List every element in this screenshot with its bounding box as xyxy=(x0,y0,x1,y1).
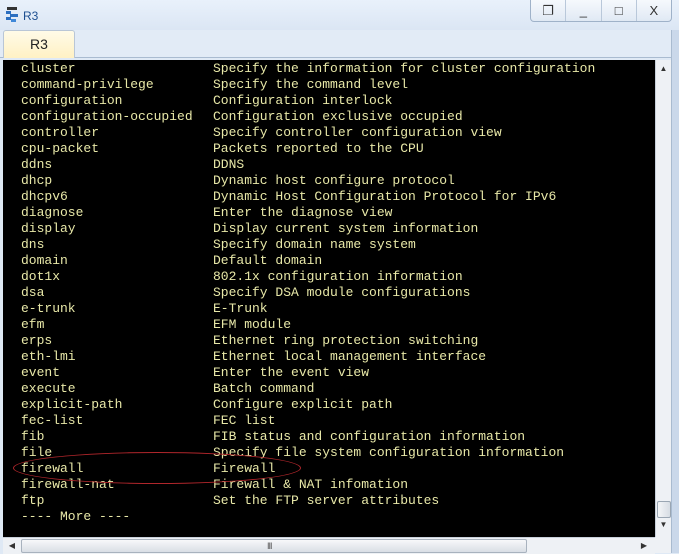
command-name: e-trunk xyxy=(21,301,76,316)
command-name: dhcpv6 xyxy=(21,189,68,204)
command-name: firewall-nat xyxy=(21,477,115,492)
command-description: Specify file system configuration inform… xyxy=(213,445,565,460)
command-description: Specify the information for cluster conf… xyxy=(213,61,596,76)
window-border xyxy=(671,30,679,553)
command-description: DDNS xyxy=(213,157,245,172)
resize-grip[interactable] xyxy=(655,537,671,553)
command-name: explicit-path xyxy=(21,397,123,412)
command-description: FEC list xyxy=(213,413,276,428)
command-name: cpu-packet xyxy=(21,141,100,156)
command-name: event xyxy=(21,365,61,380)
restore-button[interactable]: ❐ xyxy=(531,0,565,21)
command-description: Packets reported to the CPU xyxy=(213,141,424,156)
command-description: Enter the event view xyxy=(213,365,370,380)
window-title: R3 xyxy=(23,9,39,23)
command-name: firewall xyxy=(21,461,84,476)
command-description: FIB status and configuration information xyxy=(213,429,526,444)
maximize-button[interactable]: □ xyxy=(600,0,636,21)
command-description: Configuration exclusive occupied xyxy=(213,109,463,124)
command-name: display xyxy=(21,221,76,236)
command-description: Firewall & NAT infomation xyxy=(213,477,409,492)
command-description: Configure explicit path xyxy=(213,397,393,412)
command-name: configuration xyxy=(21,93,123,108)
command-description: Default domain xyxy=(213,253,323,268)
command-description: Ethernet ring protection switching xyxy=(213,333,479,348)
command-name: ftp xyxy=(21,493,45,508)
command-name: dhcp xyxy=(21,173,53,188)
command-description: Set the FTP server attributes xyxy=(213,493,440,508)
tab-bar: R3 xyxy=(0,30,671,58)
command-name: domain xyxy=(21,253,68,268)
title-bar: R3 ❐ _ □ X xyxy=(0,0,679,30)
command-name: eth-lmi xyxy=(21,349,76,364)
command-name: cluster xyxy=(21,61,76,76)
tab-r3[interactable]: R3 xyxy=(3,30,75,58)
command-name: ---- More ---- xyxy=(21,509,131,524)
command-name: dns xyxy=(21,237,45,252)
command-description: Specify controller configuration view xyxy=(213,125,502,140)
command-name: fec-list xyxy=(21,413,84,428)
command-name: dsa xyxy=(21,285,45,300)
scroll-down-arrow-icon[interactable]: ▼ xyxy=(656,518,671,532)
vertical-scroll-thumb[interactable] xyxy=(657,501,671,518)
horizontal-scroll-thumb[interactable]: III xyxy=(21,539,527,553)
command-description: E-Trunk xyxy=(213,301,268,316)
command-name: controller xyxy=(21,125,100,140)
router-app-icon xyxy=(6,7,18,22)
command-description: Specify domain name system xyxy=(213,237,416,252)
command-name: file xyxy=(21,445,53,460)
scroll-left-arrow-icon[interactable]: ◀ xyxy=(5,538,19,554)
command-name: diagnose xyxy=(21,205,84,220)
terminal-output[interactable]: cluster Specify the information for clust… xyxy=(3,60,655,537)
command-name: efm xyxy=(21,317,45,332)
command-name: configuration-occupied xyxy=(21,109,193,124)
minimize-button[interactable]: _ xyxy=(565,0,600,21)
command-description: EFM module xyxy=(213,317,292,332)
command-description: Dynamic host configure protocol xyxy=(213,173,455,188)
command-name: command-privilege xyxy=(21,77,154,92)
close-button[interactable]: X xyxy=(635,0,671,21)
command-name: erps xyxy=(21,333,53,348)
scroll-right-arrow-icon[interactable]: ▶ xyxy=(637,538,651,554)
command-description: Dynamic Host Configuration Protocol for … xyxy=(213,189,557,204)
command-description: Firewall xyxy=(213,461,276,476)
command-name: ddns xyxy=(21,157,53,172)
command-description: Display current system information xyxy=(213,221,479,236)
command-description: Enter the diagnose view xyxy=(213,205,393,220)
command-name: fib xyxy=(21,429,45,444)
scroll-up-arrow-icon[interactable]: ▲ xyxy=(656,62,671,76)
command-description: Specify the command level xyxy=(213,77,409,92)
command-description: 802.1x configuration information xyxy=(213,269,463,284)
vertical-scrollbar[interactable]: ▲ ▼ xyxy=(655,60,671,537)
command-name: dot1x xyxy=(21,269,61,284)
window-controls: ❐ _ □ X xyxy=(530,0,672,22)
command-description: Batch command xyxy=(213,381,315,396)
command-description: Configuration interlock xyxy=(213,93,393,108)
grip-icon: III xyxy=(267,541,272,551)
command-description: Ethernet local management interface xyxy=(213,349,487,364)
command-name: execute xyxy=(21,381,76,396)
horizontal-scrollbar[interactable]: ◀ III ▶ xyxy=(3,537,655,554)
command-description: Specify DSA module configurations xyxy=(213,285,471,300)
